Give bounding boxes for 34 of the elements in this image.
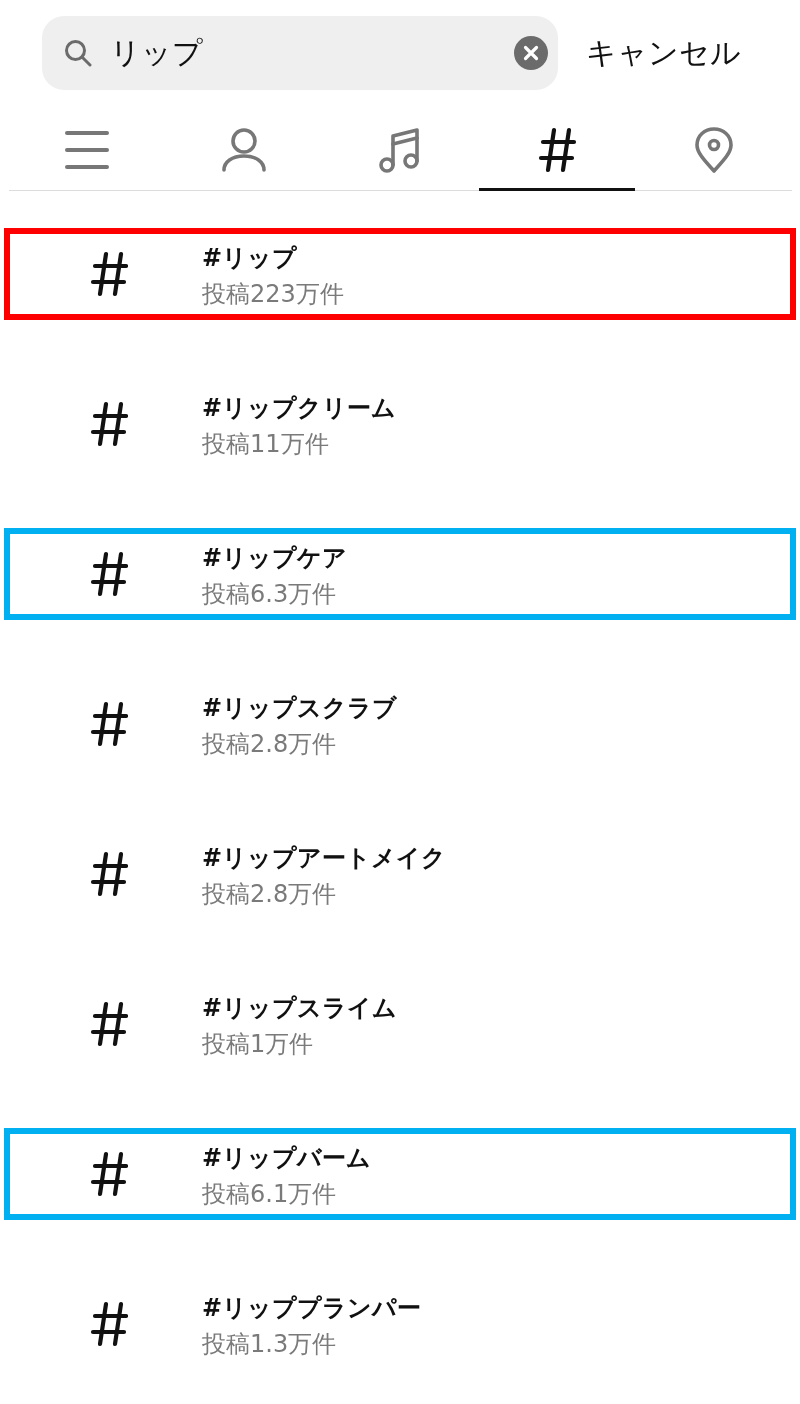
hashtag-title[interactable]: #リッププランパー (202, 1290, 422, 1326)
hashtag-icon (90, 401, 128, 447)
hashtag-icon (537, 127, 578, 173)
person-icon (221, 128, 266, 172)
post-count: 投稿223万件 (202, 279, 344, 310)
search-value: リップ (110, 33, 204, 72)
hashtag-title[interactable]: #リップアートメイク (202, 840, 447, 876)
hashtag-icon (90, 1301, 128, 1347)
hashtag-title[interactable]: #リップ (202, 240, 344, 276)
clear-icon (514, 36, 548, 70)
hashtag-icon (90, 1151, 128, 1197)
hashtag-icon (90, 251, 128, 297)
hashtag-title[interactable]: #リップスライム (202, 990, 398, 1026)
location-pin-icon (694, 127, 733, 173)
menu-icon (65, 130, 110, 170)
hashtag-title[interactable]: #リップスクラブ (202, 690, 398, 726)
hashtag-title[interactable]: #リップケア (202, 540, 348, 576)
hashtag-icon (90, 701, 128, 747)
search-field[interactable]: リップ (42, 16, 558, 90)
post-count: 投稿6.3万件 (202, 579, 338, 610)
clear-button[interactable] (514, 36, 548, 70)
post-count: 投稿11万件 (202, 429, 330, 460)
post-count: 投稿2.8万件 (202, 879, 338, 910)
hashtag-icon (90, 1001, 128, 1047)
hashtag-icon (90, 551, 128, 597)
post-count: 投稿1.3万件 (202, 1329, 338, 1360)
hashtag-title[interactable]: #リップバーム (202, 1140, 372, 1176)
post-count: 投稿1万件 (202, 1029, 315, 1060)
search-icon (64, 39, 92, 67)
post-count: 投稿2.8万件 (202, 729, 338, 760)
post-count: 投稿6.1万件 (202, 1179, 338, 1210)
cancel-button[interactable]: キャンセル (586, 32, 741, 74)
hashtag-title[interactable]: #リップクリーム (202, 390, 397, 426)
hashtag-icon (90, 851, 128, 897)
